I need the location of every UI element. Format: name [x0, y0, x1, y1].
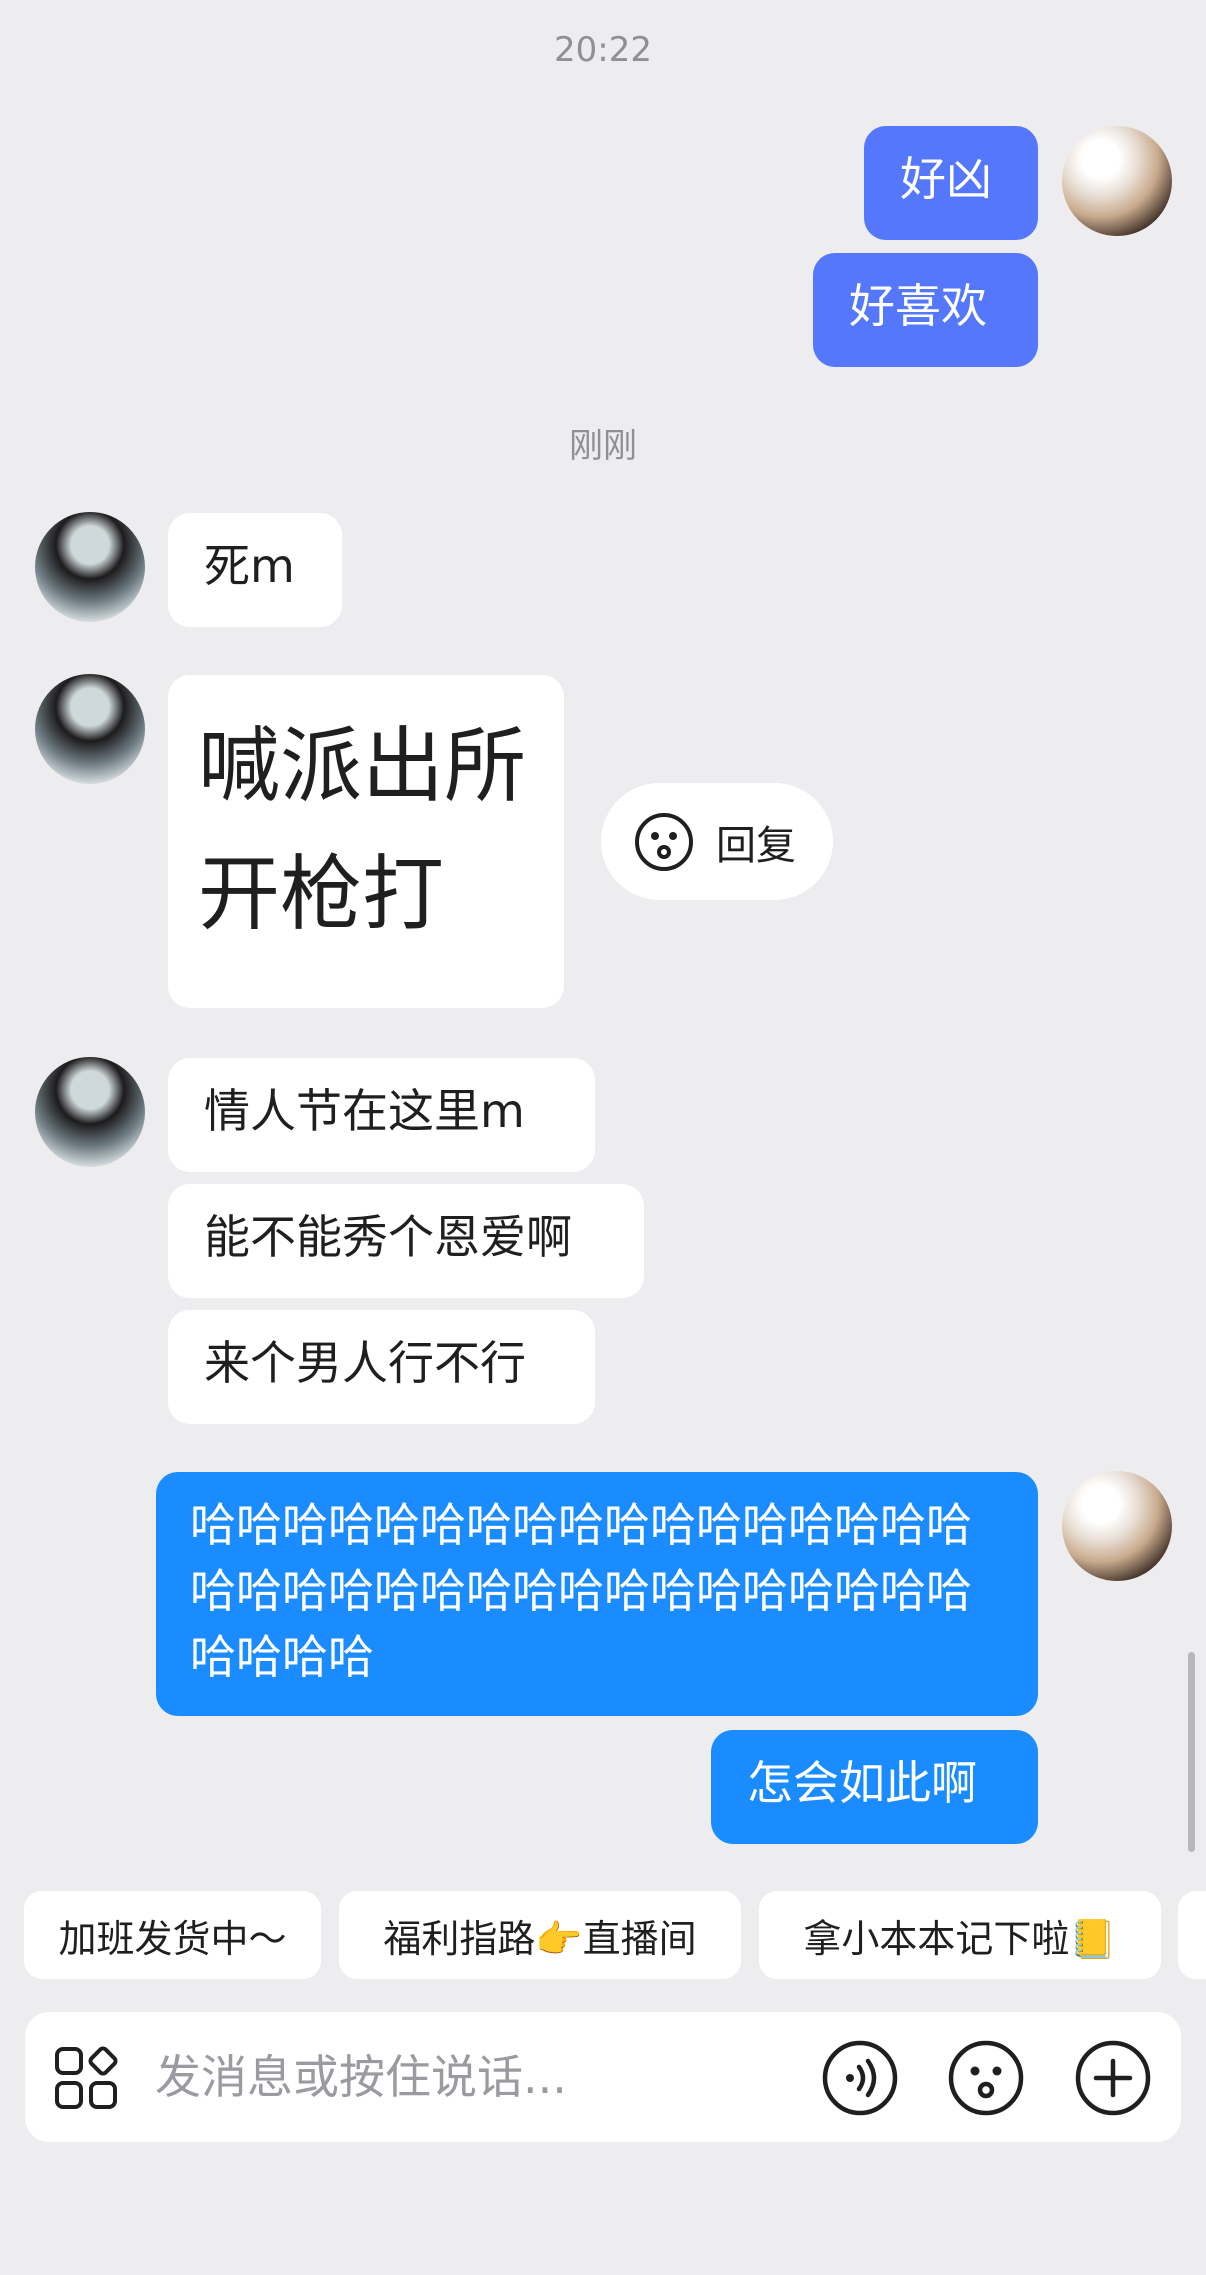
timestamp: 20:22 [554, 30, 652, 70]
message-bubble[interactable]: 情人节在这里m [168, 1058, 595, 1172]
message-input[interactable]: 发消息或按住说话... [155, 2012, 567, 2142]
message-bubble[interactable]: 好凶 [864, 126, 1038, 240]
message-bubble[interactable]: 好喜欢 [813, 253, 1038, 367]
timestamp: 刚刚 [569, 426, 637, 466]
reply-button[interactable]: 回复 [601, 783, 833, 900]
message-bubble[interactable]: 死m [168, 513, 342, 627]
chat-screen: 20:22 好凶 好喜欢 刚刚 死m 喊派出所 开枪打 回复 情人节在这里m 能… [0, 0, 1206, 2275]
message-input-bar: 发消息或按住说话... [25, 2012, 1181, 2142]
message-bubble[interactable]: 能不能秀个恩爱啊 [168, 1184, 644, 1298]
quick-reply-chip[interactable] [1178, 1891, 1206, 1979]
avatar[interactable] [35, 674, 145, 784]
plus-icon[interactable] [1074, 2039, 1152, 2117]
reply-label: 回复 [716, 822, 796, 869]
smiley-icon [635, 812, 693, 871]
message-bubble[interactable]: 来个男人行不行 [168, 1310, 595, 1424]
avatar[interactable] [35, 1057, 145, 1167]
apps-grid-icon[interactable] [53, 2045, 119, 2111]
quick-reply-chip[interactable]: 加班发货中～ [24, 1891, 321, 1979]
quick-reply-chip[interactable]: 福利指路👉直播间 [339, 1891, 741, 1979]
avatar[interactable] [35, 512, 145, 622]
quick-reply-chip[interactable]: 拿小本本记下啦📒 [759, 1891, 1161, 1979]
scrollbar[interactable] [1188, 1652, 1195, 1852]
avatar[interactable] [1062, 1471, 1172, 1581]
voice-icon[interactable] [821, 2039, 899, 2117]
quick-reply-bar: 加班发货中～ 福利指路👉直播间 拿小本本记下啦📒 [0, 1891, 1206, 1981]
emoji-icon[interactable] [947, 2039, 1025, 2117]
avatar[interactable] [1062, 126, 1172, 236]
message-bubble[interactable]: 哈哈哈哈哈哈哈哈哈哈哈哈哈哈哈哈哈哈哈哈哈哈哈哈哈哈哈哈哈哈哈哈哈哈哈哈哈哈 [156, 1472, 1038, 1716]
message-bubble[interactable]: 喊派出所 开枪打 [168, 675, 564, 1008]
message-bubble[interactable]: 怎会如此啊 [711, 1730, 1038, 1844]
